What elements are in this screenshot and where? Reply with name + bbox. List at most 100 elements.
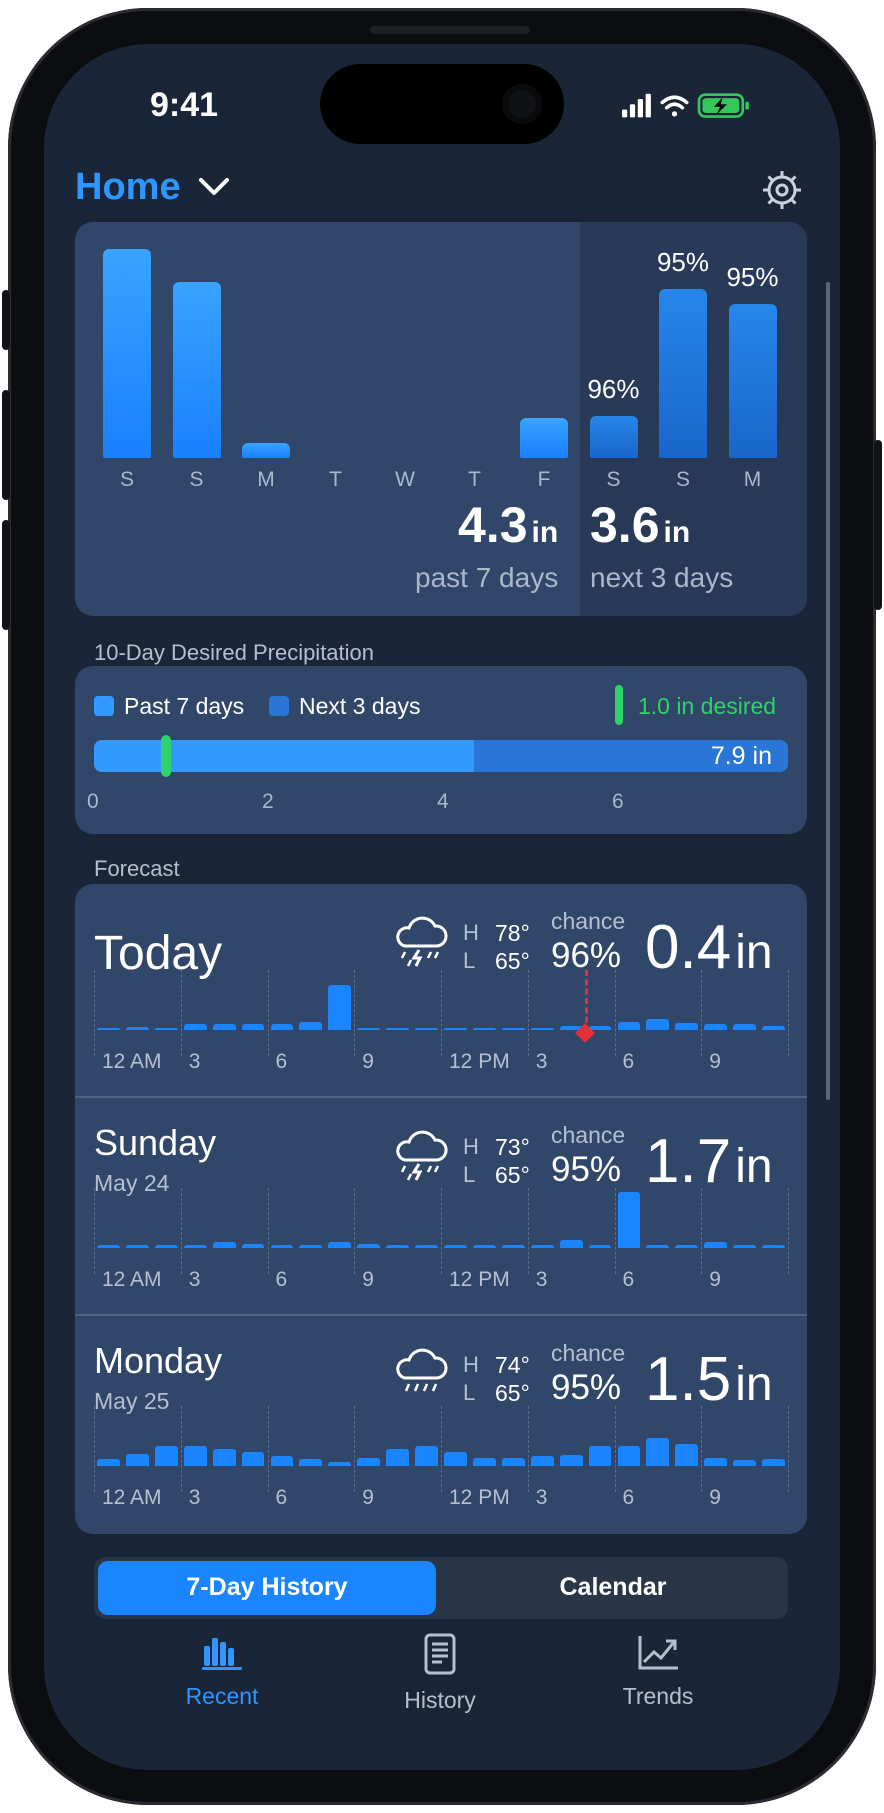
gridline <box>354 1188 356 1274</box>
hourly-bar <box>154 1446 178 1466</box>
segment-calendar[interactable]: Calendar <box>444 1573 782 1602</box>
legend-next-swatch <box>269 696 289 716</box>
gridline <box>354 970 356 1056</box>
hour-tick-label: 12 AM <box>102 1486 162 1509</box>
hourly-bar <box>328 1461 352 1466</box>
camera-icon <box>502 84 542 124</box>
hourly-bar <box>241 1452 265 1466</box>
chance-value: 95% <box>551 1368 622 1407</box>
hourly-bar <box>733 1245 757 1248</box>
hourly-bar <box>617 1021 641 1030</box>
precip-summary-card: S S M T W T F S 96% S 95% M 95% 4.3 in past 7 days 3.… <box>75 222 807 616</box>
gridline <box>614 970 616 1056</box>
legend-next-label: Next 3 days <box>299 693 421 719</box>
tab-recent[interactable]: Recent <box>142 1632 302 1710</box>
hourly-bar <box>472 1457 496 1466</box>
axis-tick: 0 <box>87 790 99 813</box>
low-temp: 65° <box>495 1380 530 1406</box>
tab-recent-label: Recent <box>185 1683 259 1709</box>
high-temp: 74° <box>495 1352 530 1378</box>
desired-legend-marker <box>615 685 623 725</box>
hourly-bar <box>472 1028 496 1030</box>
day-label: W <box>395 468 415 491</box>
hour-tick-label: 9 <box>709 1486 721 1509</box>
hour-tick-label: 12 PM <box>449 1050 510 1073</box>
past-total-label: past 7 days <box>415 562 559 593</box>
gridline <box>180 1188 182 1274</box>
hourly-bar <box>270 1245 294 1248</box>
hourly-bar <box>154 1028 178 1030</box>
precip-progress-track: 7.9 in <box>94 740 788 772</box>
hourly-bar <box>588 1446 612 1466</box>
power-button <box>874 440 882 610</box>
precip-amount: 1.5in <box>645 1345 773 1414</box>
hourly-bar <box>501 1028 525 1030</box>
gear-icon[interactable] <box>760 168 804 212</box>
hourly-bar <box>617 1446 641 1466</box>
hourly-bar <box>733 1024 757 1030</box>
gridline <box>354 1406 356 1492</box>
thunderstorm-icon <box>396 916 448 967</box>
hourly-bar <box>299 1021 323 1030</box>
day-label: M <box>743 468 762 491</box>
hourly-bar <box>386 1449 410 1466</box>
gridline <box>788 970 789 1056</box>
hour-tick-label: 3 <box>535 1268 548 1291</box>
high-temp: 78° <box>495 920 530 946</box>
speaker-slot <box>370 26 530 34</box>
hourly-bar <box>212 1242 236 1248</box>
gridline <box>527 1188 529 1274</box>
hourly-bar <box>386 1245 410 1248</box>
day-label: T <box>468 468 481 491</box>
scrollbar[interactable] <box>826 282 830 1100</box>
gridline <box>527 970 529 1056</box>
forecast-day-sunday[interactable]: Sunday May 24 H 73° L 65° chance 95% 1.7… <box>75 1098 807 1316</box>
next-total-label: next 3 days <box>590 562 734 593</box>
axis-tick: 6 <box>612 790 624 813</box>
hourly-bar <box>97 1245 120 1248</box>
hourly-bar <box>154 1245 178 1248</box>
day-name: Monday <box>94 1340 223 1381</box>
tab-history-label: History <box>404 1687 476 1713</box>
precip-bar <box>589 416 638 458</box>
gridline <box>441 1406 442 1492</box>
document-icon <box>424 1633 456 1675</box>
forecast-day-today[interactable]: Today H 78° L 65° chance 96% 0.4in 12 AM… <box>75 884 807 1102</box>
tab-history[interactable]: History <box>360 1632 520 1714</box>
hourly-bar <box>530 1028 554 1030</box>
hourly-bar <box>762 1459 785 1466</box>
segment-7day-history-label[interactable]: 7-Day History <box>98 1573 436 1602</box>
chevron-down-icon[interactable] <box>198 176 230 198</box>
forecast-day-monday[interactable]: Monday May 25 H 74° L 65° chance 95% 1.5… <box>75 1316 807 1534</box>
location-title[interactable]: Home <box>75 166 181 209</box>
hourly-bar <box>357 1028 381 1030</box>
trend-chart-icon <box>638 1636 678 1670</box>
hourly-bar <box>559 1239 583 1248</box>
hourly-bar <box>328 1242 352 1248</box>
signal-icon <box>622 93 651 118</box>
hourly-bar <box>125 1026 149 1030</box>
hourly-bar <box>183 1024 207 1030</box>
hourly-chart <box>94 1406 789 1492</box>
chance-label: chance <box>551 908 626 934</box>
hourly-bar <box>357 1457 381 1466</box>
wifi-icon <box>660 95 689 117</box>
side-button <box>2 290 10 350</box>
hour-tick-label: 9 <box>709 1050 721 1073</box>
chance-label: 96% <box>587 374 640 405</box>
hourly-bar <box>675 1245 699 1248</box>
hour-tick-label: 6 <box>622 1050 635 1073</box>
tab-trends[interactable]: Trends <box>578 1632 738 1710</box>
past-total: 4.3 in <box>458 497 559 553</box>
precip-bar <box>103 249 151 458</box>
chance-label: 95% <box>726 262 779 292</box>
segmented-control: 7-Day History Calendar <box>94 1557 788 1619</box>
hourly-bar <box>299 1459 323 1466</box>
day-name: Sunday <box>94 1122 217 1163</box>
hour-tick-label: 3 <box>188 1486 201 1509</box>
day-label: S <box>675 468 690 491</box>
hour-tick-label: 9 <box>709 1268 721 1291</box>
low-temp: 65° <box>495 1162 530 1188</box>
hourly-bar <box>762 1025 785 1030</box>
hour-tick-label: 3 <box>188 1050 201 1073</box>
